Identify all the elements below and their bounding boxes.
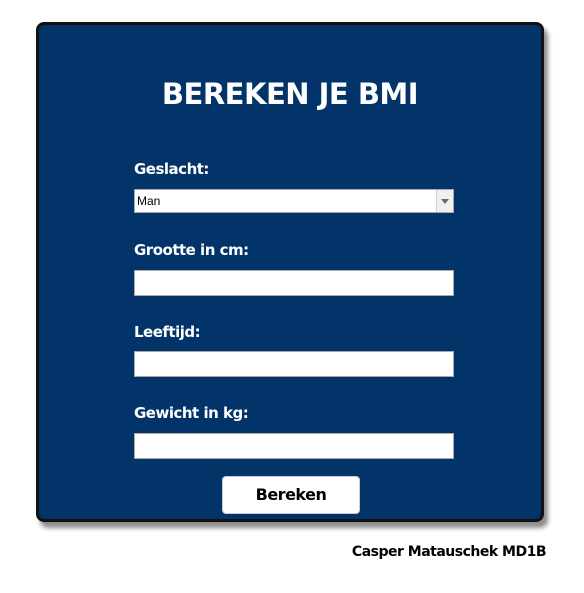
gender-label: Geslacht: (134, 160, 209, 178)
author-credit: Casper Matauschek MD1B (351, 544, 547, 560)
gender-select-value: Man (137, 194, 161, 208)
page: BEREKEN JE BMI Geslacht: Man Grootte in … (0, 0, 584, 593)
weight-label: Gewicht in kg: (134, 404, 249, 422)
bmi-form-panel: BEREKEN JE BMI Geslacht: Man Grootte in … (36, 22, 544, 522)
calculate-button[interactable]: Bereken (222, 476, 360, 514)
gender-select[interactable]: Man (134, 189, 454, 213)
height-input[interactable] (134, 270, 454, 296)
chevron-down-icon[interactable] (436, 190, 453, 212)
age-input[interactable] (134, 351, 454, 377)
age-label: Leeftijd: (134, 323, 201, 341)
weight-input[interactable] (134, 433, 454, 459)
height-label: Grootte in cm: (134, 241, 249, 259)
form-title: BEREKEN JE BMI (161, 77, 419, 111)
